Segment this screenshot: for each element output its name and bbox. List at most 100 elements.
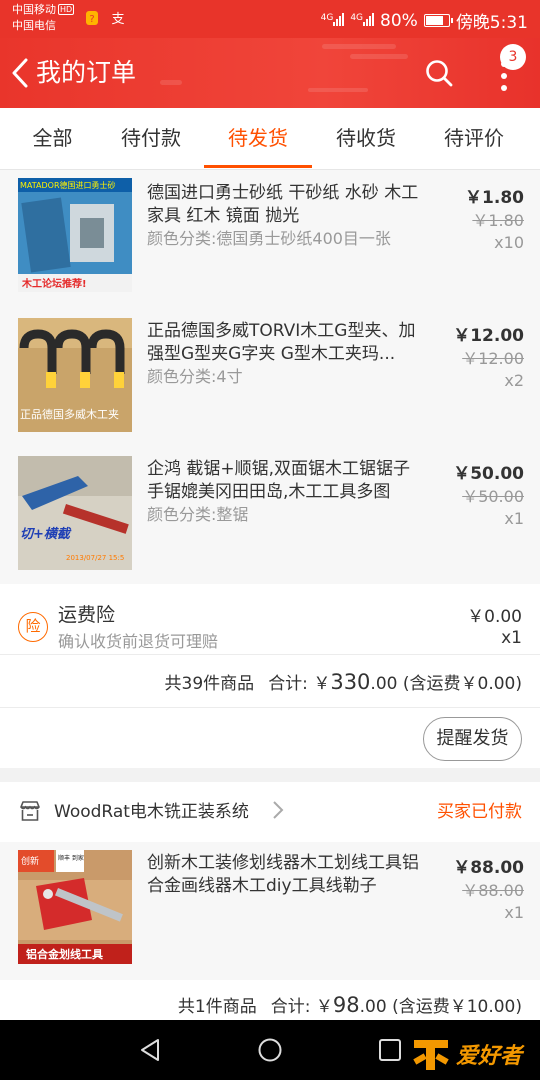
hd-badge: HD xyxy=(58,4,75,15)
search-icon[interactable] xyxy=(424,58,454,88)
tab-pending-payment[interactable]: 待付款 xyxy=(97,108,205,170)
product-price: ￥1.80 xyxy=(465,188,524,208)
svg-text:支: 支 xyxy=(112,12,125,26)
remind-shipment-button[interactable]: 提醒发货 xyxy=(423,717,522,761)
product-price: ￥50.00 xyxy=(453,464,524,484)
shipping-fee: (含运费￥10.00) xyxy=(392,997,522,1017)
watermark-logo: 爱好者 xyxy=(410,1034,532,1074)
back-arrow-icon[interactable] xyxy=(8,56,32,90)
order-tabs: 全部 待付款 待发货 待收货 待评价 xyxy=(0,108,540,170)
battery-icon xyxy=(423,14,453,27)
product-spec: 颜色分类:4寸 xyxy=(147,367,243,386)
order-item[interactable]: 切+横截 2013/07/27 15:5 企鸿 截锯+顺锯,双面锯木工锯锯子手锯… xyxy=(0,446,540,584)
clock: 傍晚5:31 xyxy=(455,13,528,33)
notification-icons: ? 支 xyxy=(84,10,126,27)
nav-back-icon[interactable] xyxy=(138,1037,164,1063)
product-quantity: x1 xyxy=(504,509,524,528)
order-summary: 共39件商品 合计: ￥330.00 (含运费￥0.00) xyxy=(0,655,540,707)
thumb-badge-2: 顺丰 到家 xyxy=(58,854,84,862)
saw-image: 切+横截 2013/07/27 15:5 xyxy=(18,456,132,570)
product-title: 德国进口勇士砂纸 干砂纸 水砂 木工 家具 红木 镜面 抛光 xyxy=(147,183,419,226)
insurance-price: ￥0.00 xyxy=(467,607,522,627)
product-thumbnail: MATADOR德国进口勇士砂 木工论坛推荐! xyxy=(18,178,132,292)
product-quantity: x1 xyxy=(504,903,524,922)
signal-1: 4G xyxy=(321,11,345,31)
product-spec: 颜色分类:德国勇士砂纸400目一张 xyxy=(147,229,391,248)
header-decoration xyxy=(322,44,396,49)
header-decoration xyxy=(350,54,408,59)
chevron-right-icon xyxy=(273,801,284,819)
order-item[interactable]: 正品德国多威木工夹 正品德国多威TORVI木工G型夹、加强型G型夹G字夹 G型木… xyxy=(0,308,540,446)
store-name: WoodRat电木铣正装系统 xyxy=(54,802,249,822)
order-actions: 提醒发货 xyxy=(0,708,540,768)
insurance-subtitle: 确认收货前退货可理赔 xyxy=(58,632,219,651)
product-quantity: x2 xyxy=(504,371,524,390)
product-original-price: ￥1.80 xyxy=(472,211,524,230)
tab-pending-review[interactable]: 待评价 xyxy=(420,108,528,170)
product-price: ￥12.00 xyxy=(453,326,524,346)
thumb-badge: 创新 xyxy=(21,855,39,867)
product-original-price: ￥88.00 xyxy=(462,881,524,900)
battery-percent: 80% xyxy=(380,10,418,31)
watermark-text: 爱好者 xyxy=(456,1044,523,1069)
svg-text:?: ? xyxy=(89,14,94,25)
tab-pending-shipment[interactable]: 待发货 xyxy=(204,108,312,170)
product-price: ￥88.00 xyxy=(453,858,524,878)
battery-fill xyxy=(425,16,443,25)
screen: 中国移动 HD 中国电信 ? 支 4G 4G 80% 傍晚5:31 我的订单 3… xyxy=(0,0,540,1080)
net-type-2: 4G xyxy=(350,12,364,23)
shipping-insurance-row[interactable]: 险 运费险 确认收货前退货可理赔 ￥0.00 x1 xyxy=(0,584,540,654)
total-amount-decimal: .00 xyxy=(370,674,398,694)
store-icon xyxy=(20,801,40,821)
total-label: 合计: ￥ xyxy=(270,997,333,1017)
store-header[interactable]: WoodRat电木铣正装系统 买家已付款 xyxy=(0,782,540,842)
total-label: 合计: ￥ xyxy=(268,674,331,694)
insurance-icon: 险 xyxy=(18,612,48,642)
page-title: 我的订单 xyxy=(36,58,137,87)
order-total: 共39件商品 合计: ￥330.00 (含运费￥0.00) xyxy=(165,669,522,694)
marking-gauge-image: 创新 顺丰 到家 铝合金划线工具 xyxy=(18,850,132,964)
product-original-price: ￥50.00 xyxy=(462,487,524,506)
total-amount-integer: 330 xyxy=(330,670,371,694)
product-quantity: x10 xyxy=(494,233,524,252)
sandpaper-image: MATADOR德国进口勇士砂 木工论坛推荐! xyxy=(18,178,132,292)
header-decoration xyxy=(308,88,368,92)
thumb-caption: 正品德国多威木工夹 xyxy=(20,407,119,421)
thumb-date: 2013/07/27 15:5 xyxy=(66,554,124,562)
tab-pending-receipt[interactable]: 待收货 xyxy=(312,108,420,170)
item-count: 共39件商品 xyxy=(164,674,255,694)
product-thumbnail: 正品德国多威木工夹 xyxy=(18,318,132,432)
tab-all[interactable]: 全部 xyxy=(0,108,105,170)
nav-home-icon[interactable] xyxy=(257,1037,283,1063)
product-title: 企鸿 截锯+顺锯,双面锯木工锯锯子手锯媲美冈田田岛,木工工具多图 xyxy=(147,459,411,502)
status-right: 4G 4G 80% 傍晚5:31 xyxy=(321,8,528,34)
product-title: 创新木工装修划线器木工划线工具铝合金画线器木工diy工具线勒子 xyxy=(147,853,419,896)
signal-bars-1-icon xyxy=(333,12,345,26)
order-item[interactable]: 创新 顺丰 到家 铝合金划线工具 创新木工装修划线器木工划线工具铝合金画线器木工… xyxy=(0,842,540,980)
carrier1-label: 中国移动 xyxy=(12,3,56,16)
carrier2-label: 中国电信 xyxy=(12,19,56,32)
total-amount-decimal: .00 xyxy=(359,997,387,1017)
signal-2: 4G xyxy=(350,11,375,31)
product-spec: 颜色分类:整锯 xyxy=(147,505,249,524)
header-decoration xyxy=(160,80,182,85)
product-thumbnail: 切+横截 2013/07/27 15:5 xyxy=(18,456,132,570)
carrier-info: 中国移动 HD 中国电信 xyxy=(12,2,75,34)
thumb-brand-text: MATADOR德国进口勇士砂 xyxy=(20,180,116,190)
message-count-badge: 3 xyxy=(500,44,526,70)
order-summary: 共1件商品 合计: ￥98.00 (含运费￥10.00) xyxy=(0,980,540,1020)
net-type-1: 4G xyxy=(320,12,334,23)
g-clamp-image: 正品德国多威木工夹 xyxy=(18,318,132,432)
watermark-emblem-icon xyxy=(413,1040,449,1070)
order-status: 买家已付款 xyxy=(437,802,522,822)
thumb-caption: 铝合金划线工具 xyxy=(26,947,103,961)
insurance-title: 运费险 xyxy=(58,604,116,626)
order-total: 共1件商品 合计: ￥98.00 (含运费￥10.00) xyxy=(178,992,522,1017)
header: 我的订单 3 xyxy=(0,38,540,108)
order-item[interactable]: MATADOR德国进口勇士砂 木工论坛推荐! 德国进口勇士砂纸 干砂纸 水砂 木… xyxy=(0,170,540,308)
notification-app-icon: ? xyxy=(86,11,98,25)
nav-recent-apps-icon[interactable] xyxy=(378,1038,402,1062)
active-tab-indicator xyxy=(204,165,312,168)
system-nav-bar: 爱好者 xyxy=(0,1020,540,1080)
signal-bars-2-icon xyxy=(363,12,375,26)
